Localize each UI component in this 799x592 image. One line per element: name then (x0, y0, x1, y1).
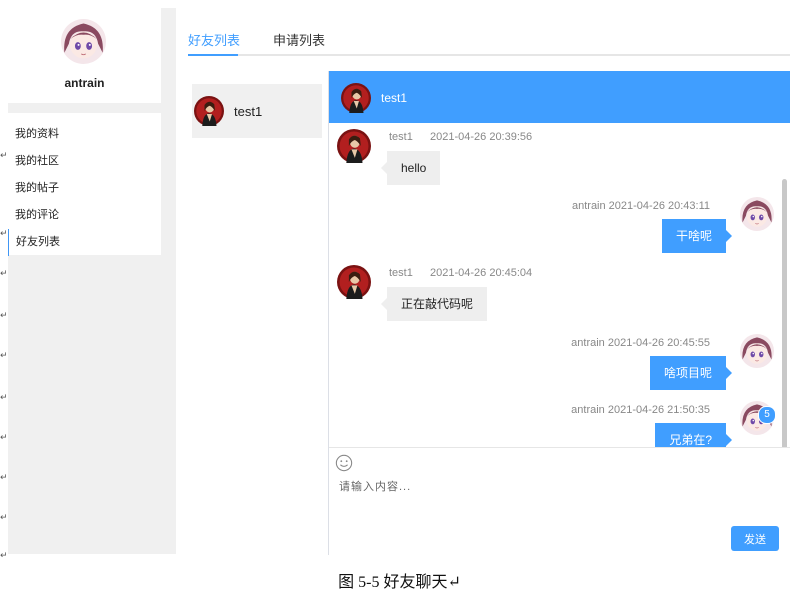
message-sender: test1 (389, 131, 413, 143)
tab-bar: 好友列表 申请列表 (188, 28, 790, 56)
friend-list-item[interactable]: test1 (192, 84, 322, 138)
tab-request-list[interactable]: 申请列表 (273, 30, 325, 49)
friend-avatar (194, 96, 224, 126)
active-tab-indicator (188, 54, 238, 56)
sender-avatar (337, 265, 371, 299)
message-bubble: 啥项目呢 (649, 356, 733, 390)
own-avatar (740, 197, 774, 231)
message-meta: antrain 2021-04-26 20:43:11 (571, 200, 710, 212)
sidebar-item-posts[interactable]: 我的帖子 (8, 175, 161, 202)
unread-badge: 5 (758, 406, 776, 424)
return-mark: ↵ (0, 472, 8, 482)
message-sender: test1 (389, 267, 413, 279)
return-mark: ↵ (0, 150, 8, 160)
figure-caption: 图 5-5 好友聊天↵ (338, 574, 461, 591)
chat-partner-name: test1 (381, 91, 408, 105)
message-scrollbar[interactable] (782, 179, 787, 447)
return-mark: ↵ (0, 512, 8, 522)
return-mark: ↵ (0, 310, 8, 320)
message-meta: antrain 2021-04-26 21:50:35 (571, 404, 710, 416)
message-bubble: hello (380, 151, 441, 185)
tab-label: 好友列表 (188, 33, 241, 48)
message-list[interactable]: test1 2021-04-26 20:39:56 hello antrain … (329, 123, 790, 447)
smiley-icon[interactable] (335, 454, 353, 472)
username: antrain (64, 76, 105, 90)
return-mark: ↵ (0, 228, 8, 238)
message-bubble: 干啥呢 (661, 219, 733, 253)
tab-label: 申请列表 (273, 33, 326, 48)
own-avatar (740, 334, 774, 368)
sidebar-item-friends[interactable]: 好友列表 (8, 229, 161, 256)
message-composer: 发送 (329, 447, 790, 556)
sidebar-item-community[interactable]: 我的社区 (8, 148, 161, 175)
message-meta: antrain 2021-04-26 20:45:55 (571, 337, 710, 349)
return-mark: ↵ (0, 350, 8, 360)
send-button[interactable]: 发送 (731, 526, 779, 551)
message-bubble: 兄弟在? (655, 423, 732, 447)
return-mark: ↵ (0, 268, 8, 278)
chat-panel: test1 test1 2021-04-26 20:39:56 hello an… (328, 71, 790, 556)
sidebar-item-comments[interactable]: 我的评论 (8, 202, 161, 229)
message-time: 2021-04-26 20:39:56 (430, 131, 533, 143)
return-mark: ↵ (0, 392, 8, 402)
return-mark: ↵ (0, 432, 8, 442)
chat-partner-avatar (341, 83, 371, 113)
return-mark: ↵ (0, 550, 8, 560)
tab-friend-list[interactable]: 好友列表 (188, 30, 240, 49)
sidebar: antrain 我的资料 我的社区 我的帖子 我的评论 好友列表 (8, 8, 176, 554)
friend-name: test1 (234, 104, 263, 119)
sender-avatar (337, 129, 371, 163)
message-time: 2021-04-26 20:45:04 (430, 267, 533, 279)
chat-header: test1 (329, 71, 790, 123)
profile-card: antrain (8, 8, 161, 103)
message-input[interactable] (337, 476, 771, 525)
message-bubble: 正在敲代码呢 (380, 287, 488, 321)
user-avatar[interactable] (61, 19, 106, 64)
sidebar-item-profile[interactable]: 我的资料 (8, 121, 161, 148)
sidebar-menu: 我的资料 我的社区 我的帖子 我的评论 好友列表 (8, 113, 161, 256)
